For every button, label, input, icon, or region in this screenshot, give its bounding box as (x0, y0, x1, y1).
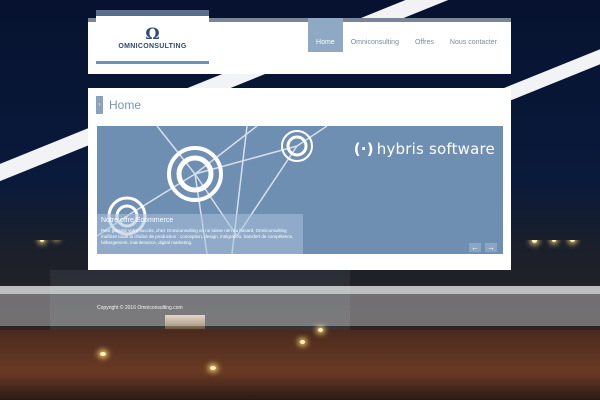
logo-mark-icon: Ω (145, 24, 160, 43)
prev-arrow-icon[interactable]: ← (469, 243, 481, 252)
logo-text: OMNICONSULTING (118, 43, 187, 50)
light-glow (532, 240, 537, 243)
nav-item-home[interactable]: Home (308, 18, 343, 52)
hybris-brand-text: hybris software (376, 140, 495, 158)
hybris-logo-icon: (·) (353, 140, 374, 158)
caption-title: Notre offre Ecommerce (101, 217, 174, 224)
light-glow (40, 240, 44, 242)
site-logo[interactable]: Ω OMNICONSULTING (96, 10, 209, 64)
main-nav: Home Omniconsulting Offres Nous contacte… (308, 18, 505, 52)
light-glow (210, 366, 216, 370)
copyright-text: Copyright © 2016 Omniconsulting.com (97, 305, 183, 311)
light-glow (552, 240, 556, 242)
nav-item-contact[interactable]: Nous contacter (442, 18, 505, 52)
nav-item-omniconsulting[interactable]: Omniconsulting (343, 18, 407, 52)
page-title: Home (109, 98, 142, 112)
light-glow (318, 328, 323, 332)
light-glow (100, 352, 106, 356)
light-glow (570, 240, 575, 242)
hybris-brand: (·) hybris software (354, 140, 495, 158)
slide-caption: Notre offre Ecommerce Pour garantir votr… (97, 214, 303, 254)
content-panel: › Home (·) hybris software Notre offre E… (88, 88, 511, 270)
nav-item-offres[interactable]: Offres (407, 18, 442, 52)
light-glow (300, 340, 305, 344)
site-header: Ω OMNICONSULTING Home Omniconsulting Off… (88, 10, 511, 74)
page-title-row: › Home (96, 96, 141, 114)
slider-controls: ← → (469, 243, 497, 252)
title-marker-icon: › (96, 96, 103, 114)
caption-body: Pour garantir votre succès, chez Omnicon… (101, 228, 294, 245)
hero-slider[interactable]: (·) hybris software Notre offre Ecommerce… (97, 126, 503, 254)
footer-top-strip (0, 286, 600, 294)
next-arrow-icon[interactable]: → (485, 243, 497, 252)
